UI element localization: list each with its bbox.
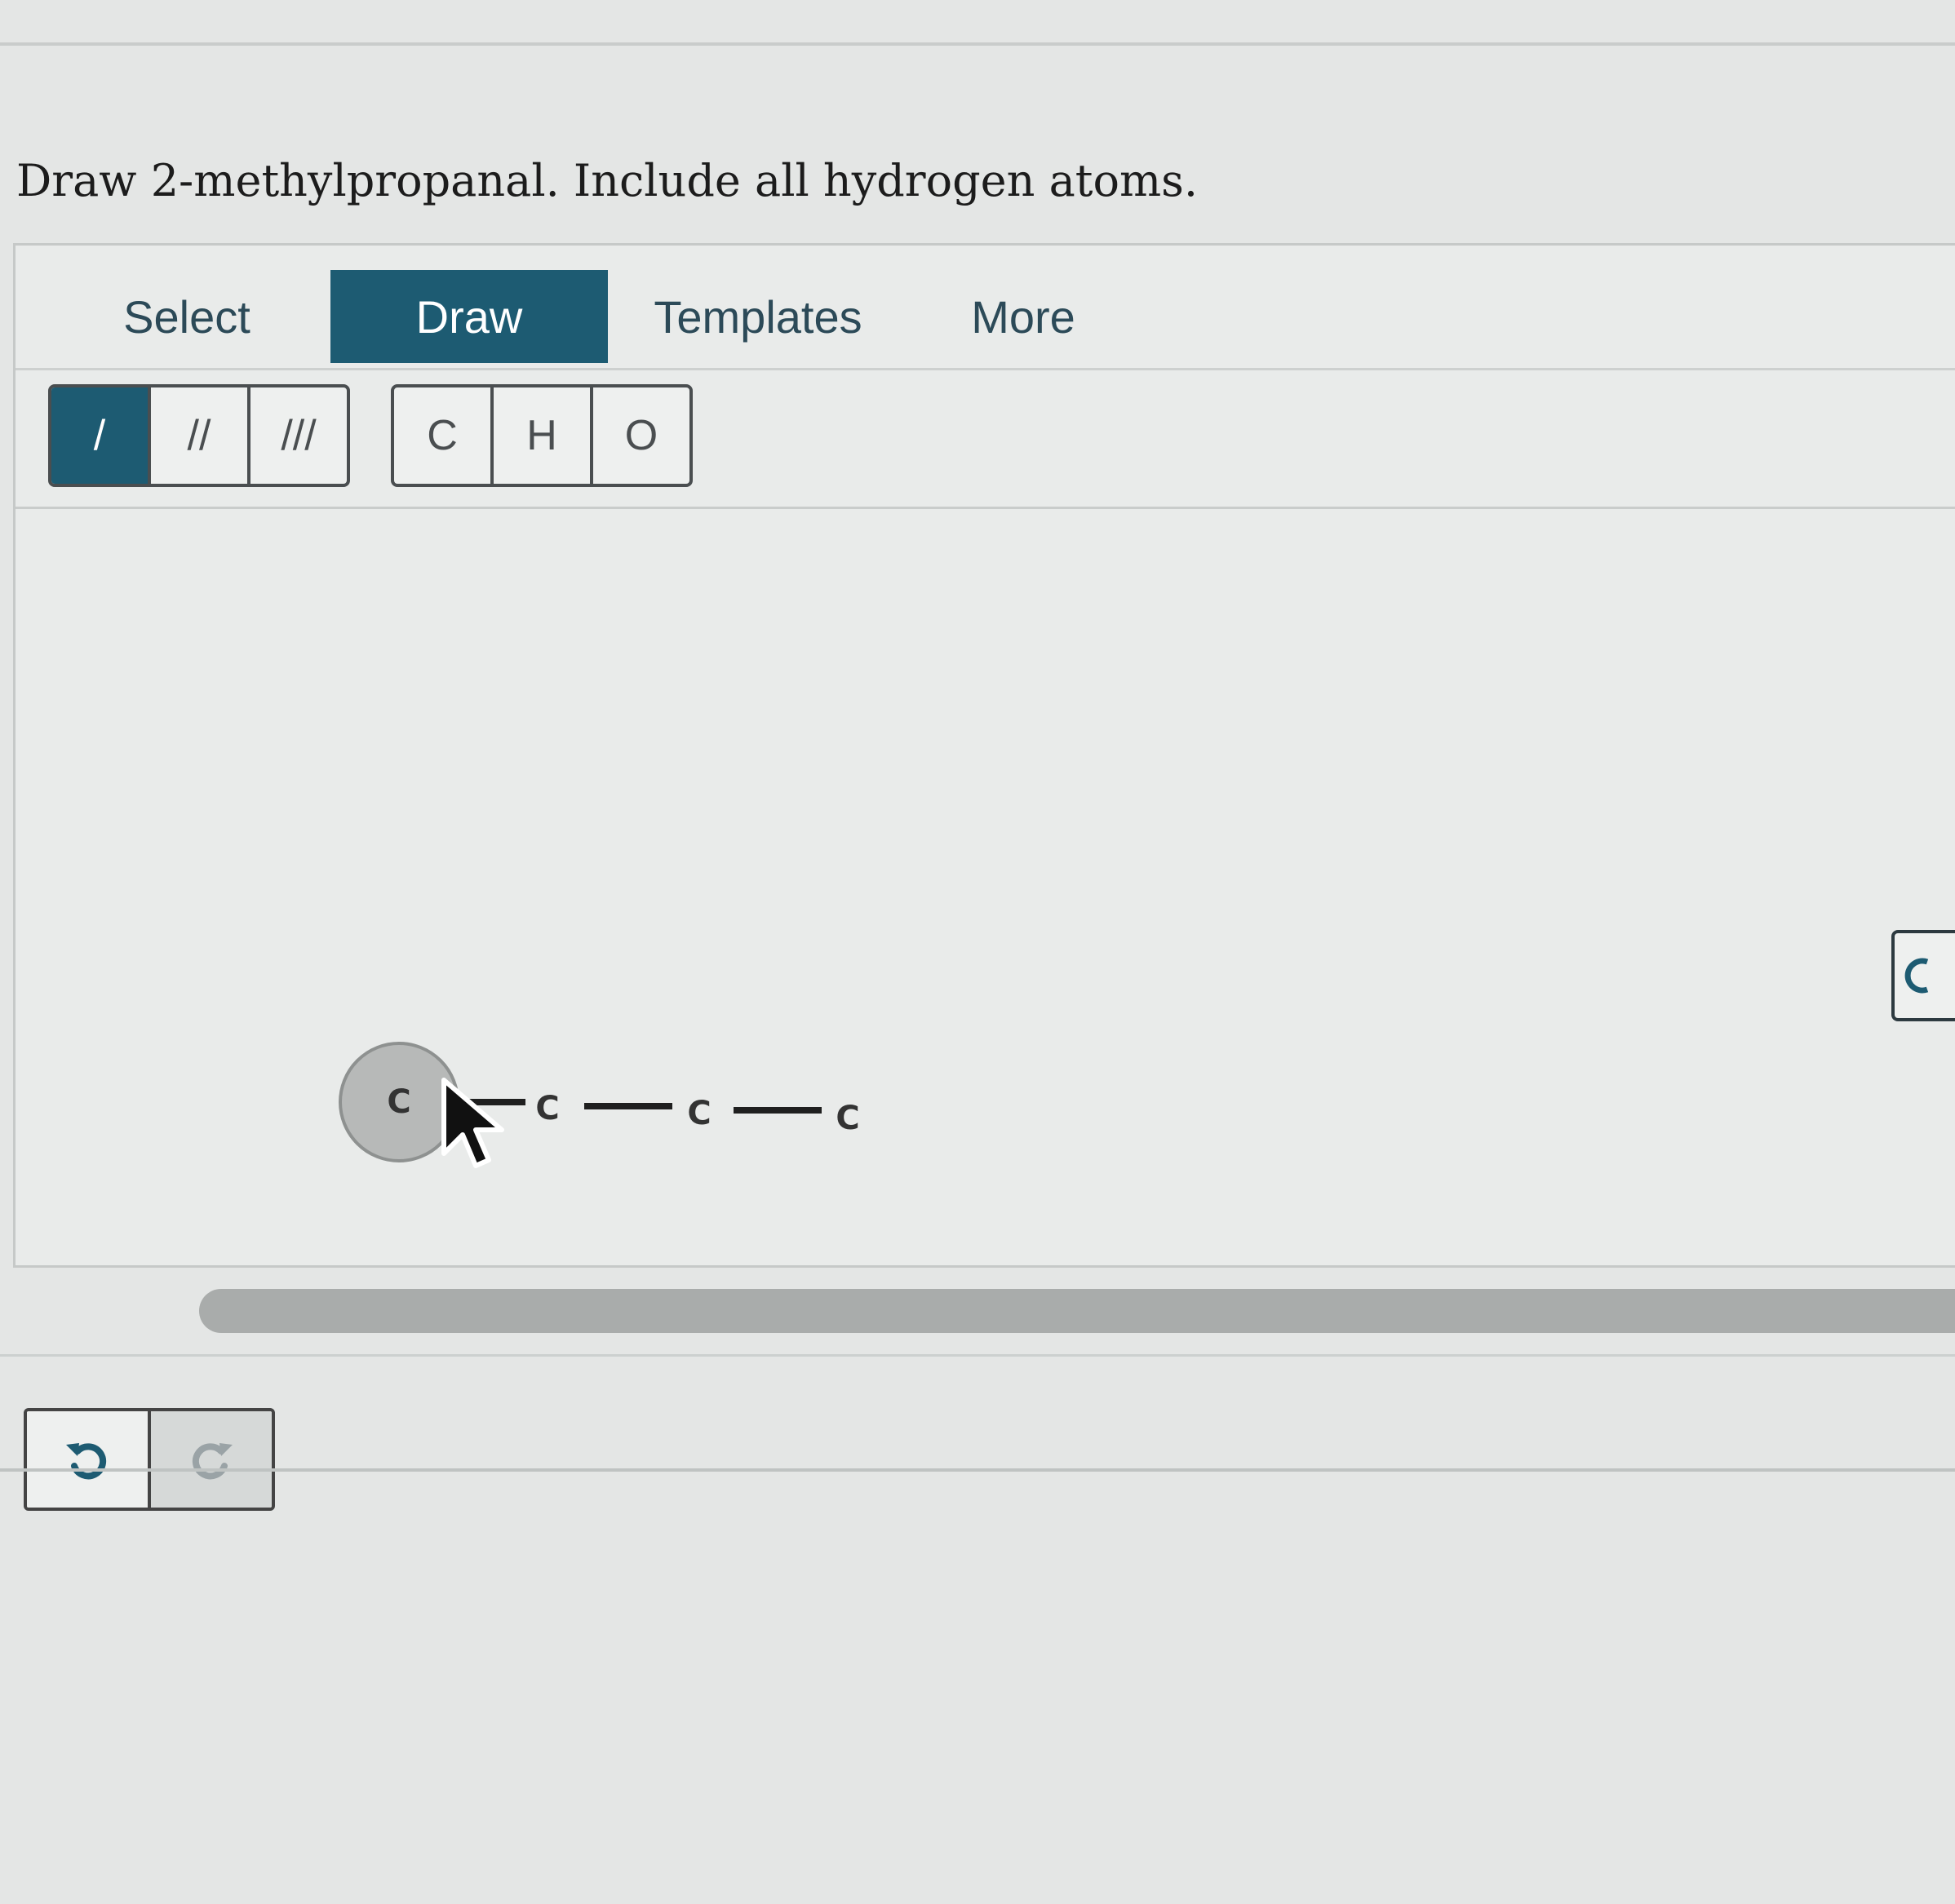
carbon-atom-button[interactable]: C [394,387,494,484]
question-prompt: Draw 2-methylpropanal. Include all hydro… [16,155,1199,206]
oxygen-atom-button[interactable]: O [593,387,689,484]
mouse-pointer-icon [441,1078,504,1168]
tab-templates[interactable]: Templates [636,270,880,363]
section-divider [0,1354,1955,1357]
single-bond-icon: / [93,412,106,459]
editor-toolbar: Select Draw Templates More / // /// C H … [16,246,1955,509]
single-bond-button[interactable]: / [51,387,151,484]
drawing-canvas[interactable]: C C C C [16,509,1955,1511]
top-divider [0,42,1955,46]
undo-button[interactable] [27,1411,148,1508]
atom-tool-group: C H O [391,384,693,487]
bond-2[interactable] [584,1103,672,1109]
double-bond-icon: // [187,412,211,459]
undo-icon [66,1443,107,1480]
atom-carbon-4[interactable]: C [836,1100,859,1137]
redo-button[interactable] [148,1411,272,1508]
atom-carbon-2[interactable]: C [535,1090,559,1127]
atom-carbon-3[interactable]: C [687,1095,711,1132]
side-panel-button[interactable] [1891,930,1955,1021]
editor-tabs: Select Draw Templates More [16,270,1955,370]
bond-3[interactable] [734,1107,822,1114]
redo-icon [192,1443,233,1480]
triple-bond-icon: /// [281,412,317,459]
molecule-editor: Select Draw Templates More / // /// C H … [13,243,1955,1511]
triple-bond-button[interactable]: /// [250,387,347,484]
section-divider-lower [0,1468,1955,1472]
history-controls [24,1408,275,1511]
double-bond-button[interactable]: // [151,387,250,484]
tab-draw[interactable]: Draw [330,270,608,363]
bond-tool-group: / // /// [48,384,350,487]
atom-carbon-1[interactable]: C [387,1083,410,1121]
partial-icon [1904,958,1929,994]
tab-select[interactable]: Select [64,270,309,363]
tab-more[interactable]: More [913,270,1133,363]
hydrogen-atom-button[interactable]: H [494,387,593,484]
horizontal-scrollbar[interactable] [199,1289,1955,1333]
